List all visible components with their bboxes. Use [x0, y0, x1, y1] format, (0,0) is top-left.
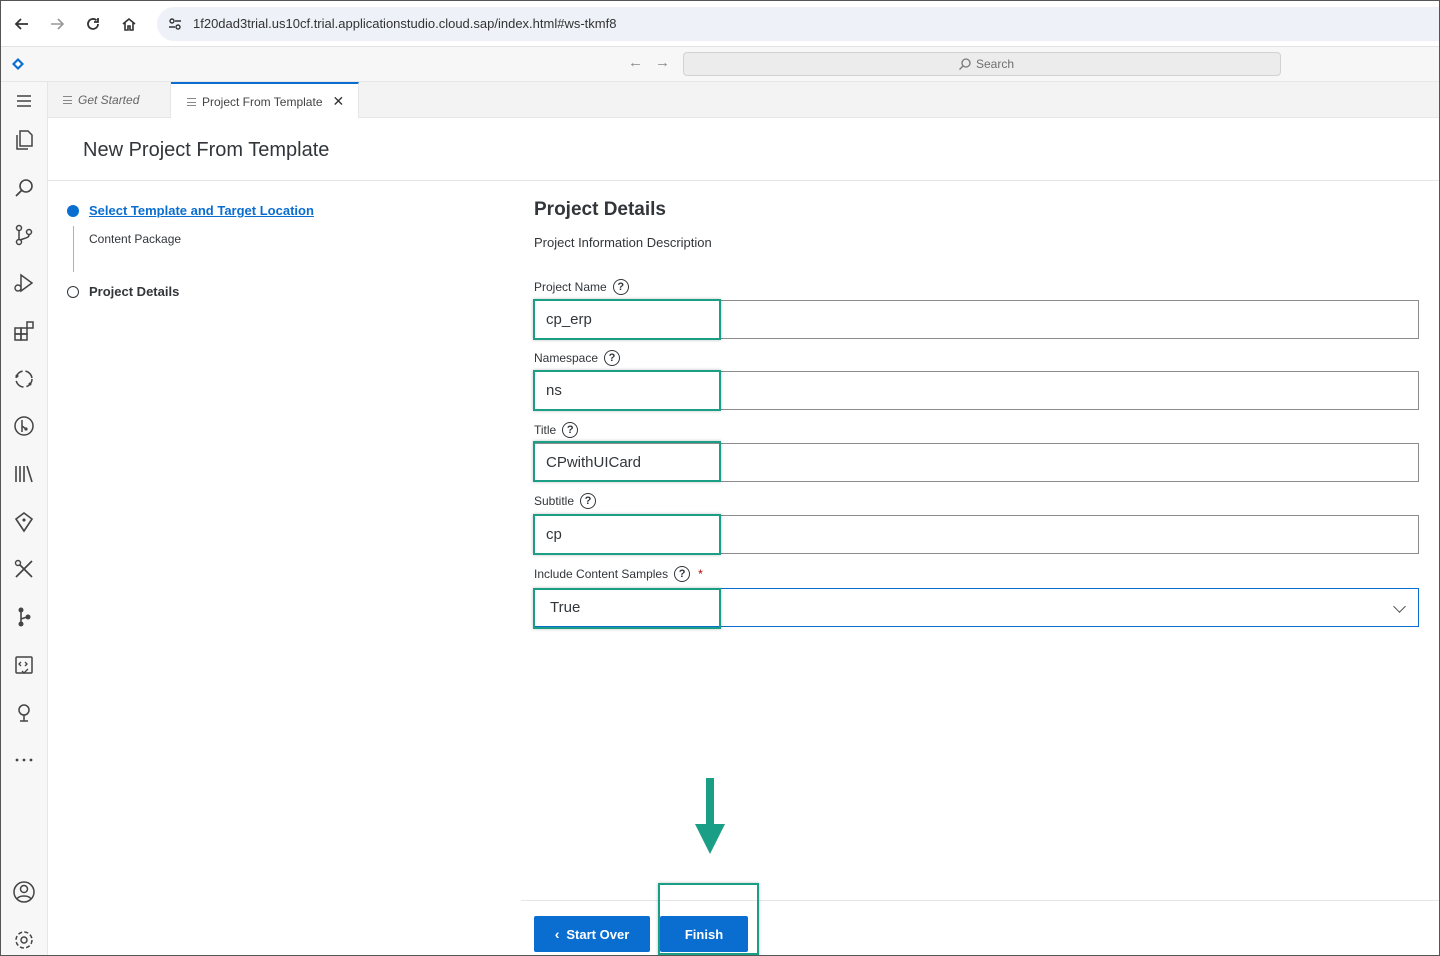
field-label-text: Project Name [534, 280, 607, 294]
form-description: Project Information Description [534, 235, 712, 250]
account-icon[interactable] [11, 879, 37, 905]
annotation-arrow-head [695, 824, 725, 854]
app-window: 1f20dad3trial.us10cf.trial.applicationst… [0, 0, 1440, 956]
input-value: CPwithUICard [546, 454, 642, 471]
settings-icon[interactable] [11, 927, 37, 953]
site-settings-icon[interactable] [167, 16, 183, 32]
menu-icon[interactable] [11, 88, 37, 114]
app-logo-icon [9, 55, 27, 73]
required-marker: * [698, 567, 703, 581]
preview-icon [63, 96, 72, 104]
wizard-editor: New Project From Template Select Templat… [48, 118, 1439, 955]
preview-icon [187, 97, 196, 106]
library-icon[interactable] [11, 461, 37, 487]
project-name-input[interactable]: cp_erp [534, 300, 1419, 339]
form-title: Project Details [534, 199, 666, 220]
cloud-foundry-icon[interactable] [11, 366, 37, 392]
include-content-samples-select[interactable]: True [534, 588, 1419, 627]
project-name-label: Project Name ? [534, 279, 629, 295]
code-check-icon[interactable] [11, 652, 37, 678]
run-debug-icon[interactable] [11, 270, 37, 296]
page-title: New Project From Template [83, 139, 330, 161]
ide-title-bar: ← → Search [1, 47, 1439, 82]
search-small-icon [959, 58, 971, 70]
nav-forward-icon[interactable]: → [655, 54, 670, 71]
namespace-label: Namespace ? [534, 350, 621, 366]
search-icon[interactable] [11, 175, 37, 201]
chevron-down-icon [1393, 600, 1406, 613]
help-icon[interactable]: ? [580, 493, 597, 509]
select-value: True [550, 599, 581, 616]
namespace-input[interactable]: ns [534, 371, 1419, 410]
field-label-text: Include Content Samples [534, 567, 669, 581]
include-content-samples-label: Include Content Samples ? * [534, 566, 703, 582]
step-connector [73, 226, 74, 272]
step-select-template-link[interactable]: Select Template and Target Location [89, 203, 314, 218]
highlight-box [658, 883, 759, 955]
tab-label: Get Started [78, 93, 140, 107]
step-current-indicator [67, 205, 79, 217]
tab-label: Project From Template [202, 94, 323, 109]
back-icon[interactable] [9, 11, 35, 37]
browser-toolbar: 1f20dad3trial.us10cf.trial.applicationst… [1, 1, 1439, 47]
input-value: cp_erp [546, 311, 592, 328]
button-label: Start Over [566, 926, 630, 942]
explorer-icon[interactable] [11, 127, 37, 153]
tab-get-started[interactable]: Get Started [48, 82, 171, 118]
help-icon[interactable]: ? [604, 350, 621, 366]
divider [48, 180, 1439, 181]
home-icon[interactable] [116, 11, 142, 37]
activity-bar [1, 82, 48, 955]
sap-icon[interactable] [11, 509, 37, 535]
subtitle-label: Subtitle ? [534, 493, 597, 509]
nav-back-icon[interactable]: ← [628, 54, 643, 71]
command-search-input[interactable]: Search [683, 52, 1281, 76]
branch-icon[interactable] [11, 604, 37, 630]
step-sub-label: Content Package [89, 232, 182, 246]
forward-icon[interactable] [44, 11, 70, 37]
field-label-text: Title [534, 423, 557, 437]
field-label-text: Namespace [534, 351, 599, 365]
title-label: Title ? [534, 422, 579, 438]
source-control-icon[interactable] [11, 222, 37, 248]
url-text: 1f20dad3trial.us10cf.trial.applicationst… [193, 16, 617, 31]
step-pending-indicator [67, 286, 79, 298]
subtitle-input[interactable]: cp [534, 515, 1419, 554]
input-value: cp [546, 526, 562, 543]
help-icon[interactable]: ? [612, 279, 629, 295]
chevron-left-icon: ‹ [554, 926, 560, 942]
extensions-icon[interactable] [11, 318, 37, 344]
field-label-text: Subtitle [534, 494, 575, 508]
title-input[interactable]: CPwithUICard [534, 443, 1419, 482]
address-bar[interactable]: 1f20dad3trial.us10cf.trial.applicationst… [157, 7, 1439, 41]
help-icon[interactable]: ? [562, 422, 579, 438]
reload-icon[interactable] [80, 11, 106, 37]
tab-project-from-template[interactable]: Project From Template ✕ [171, 82, 359, 119]
help-icon[interactable]: ? [674, 566, 691, 582]
editor-tabs: Get Started Project From Template ✕ [48, 82, 1439, 119]
search-placeholder: Search [976, 57, 1015, 71]
git-graph-icon[interactable] [11, 413, 37, 439]
more-icon[interactable] [11, 747, 37, 773]
step-project-details: Project Details [89, 284, 180, 299]
input-value: ns [546, 382, 562, 399]
close-icon[interactable]: ✕ [333, 93, 345, 110]
start-over-button[interactable]: ‹ Start Over [534, 916, 650, 952]
sap-cap-icon[interactable] [11, 700, 37, 726]
tools-icon[interactable] [11, 556, 37, 582]
annotation-arrow-shaft [706, 778, 714, 828]
